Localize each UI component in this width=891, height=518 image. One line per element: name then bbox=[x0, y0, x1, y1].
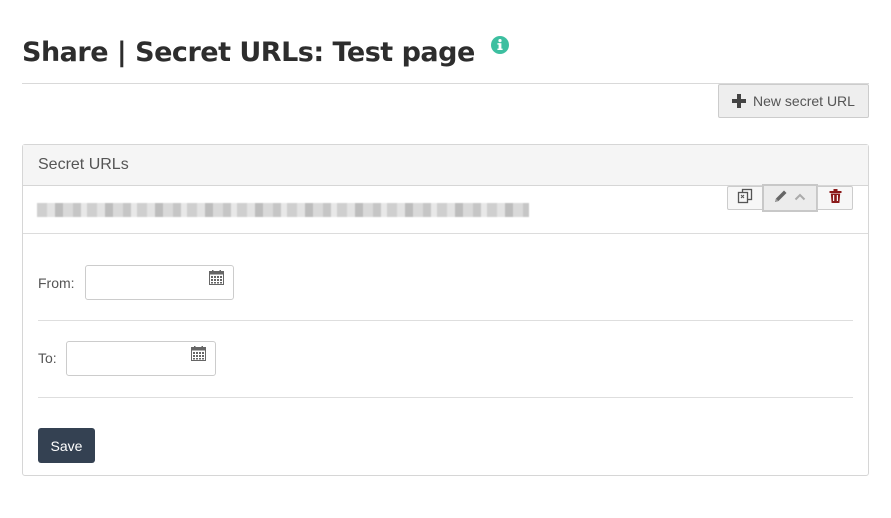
page-title: Share | Secret URLs: Test page bbox=[22, 37, 475, 68]
delete-url-button[interactable] bbox=[817, 186, 853, 210]
page: Share | Secret URLs: Test page New secre… bbox=[0, 0, 891, 518]
from-row: From: bbox=[38, 234, 853, 321]
info-circle-icon[interactable] bbox=[490, 36, 509, 54]
to-label: To: bbox=[38, 350, 57, 366]
edit-url-button[interactable] bbox=[762, 184, 818, 212]
to-row: To: bbox=[38, 321, 853, 398]
new-secret-url-label: New secret URL bbox=[753, 93, 855, 109]
blurred-url bbox=[37, 203, 529, 217]
calendar-icon[interactable] bbox=[209, 270, 224, 285]
new-secret-url-button[interactable]: New secret URL bbox=[718, 84, 869, 118]
calendar-icon[interactable] bbox=[191, 346, 206, 361]
copy-url-button[interactable] bbox=[727, 186, 763, 210]
secret-urls-panel: Secret URLs From: To: Save bbox=[22, 144, 869, 476]
copy-icon bbox=[737, 188, 753, 209]
panel-header: Secret URLs bbox=[23, 145, 868, 186]
pencil-icon bbox=[774, 189, 788, 208]
plus-icon bbox=[732, 94, 747, 108]
title-row: Share | Secret URLs: Test page bbox=[22, 30, 509, 76]
trash-icon bbox=[829, 188, 842, 208]
save-button[interactable]: Save bbox=[38, 428, 95, 463]
from-label: From: bbox=[38, 275, 75, 291]
chevron-up-icon bbox=[794, 189, 806, 207]
